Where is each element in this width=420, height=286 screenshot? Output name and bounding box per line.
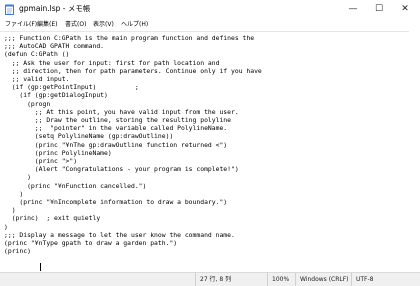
- menu-view[interactable]: 表示(V): [93, 19, 114, 31]
- editor-text[interactable]: ;;; Function C:GPath is the main program…: [4, 34, 408, 255]
- minimize-button[interactable]: —: [340, 0, 366, 19]
- encoding: UTF-8: [351, 273, 420, 286]
- status-bar: 27 行, 8 列 100% Windows (CRLF) UTF-8: [0, 272, 420, 286]
- close-icon: ✕: [401, 4, 409, 14]
- text-editor-area[interactable]: ;;; Function C:GPath is the main program…: [0, 31, 420, 273]
- line-ending: Windows (CRLF): [295, 273, 356, 286]
- notepad-window: gpmain.lsp - メモ帳 — ☐ ✕ ファイル(F) 編集(E) 書式(…: [0, 0, 420, 286]
- menu-edit[interactable]: 編集(E): [37, 19, 57, 31]
- title-bar[interactable]: gpmain.lsp - メモ帳 — ☐ ✕: [0, 0, 420, 19]
- maximize-button[interactable]: ☐: [366, 0, 392, 19]
- menu-format[interactable]: 書式(O): [65, 19, 86, 31]
- notepad-icon: [5, 4, 14, 15]
- menu-help[interactable]: ヘルプ(H): [121, 19, 148, 31]
- cursor-position: 27 行, 8 列: [195, 273, 272, 286]
- minimize-icon: —: [348, 4, 358, 14]
- maximize-icon: ☐: [374, 4, 384, 14]
- window-title: gpmain.lsp - メモ帳: [19, 4, 91, 13]
- vertical-scrollbar[interactable]: [409, 31, 420, 272]
- menu-bar: ファイル(F) 編集(E) 書式(O) 表示(V) ヘルプ(H): [0, 19, 420, 31]
- menu-file[interactable]: ファイル(F): [5, 19, 37, 31]
- close-button[interactable]: ✕: [392, 0, 418, 19]
- text-caret: [40, 263, 41, 271]
